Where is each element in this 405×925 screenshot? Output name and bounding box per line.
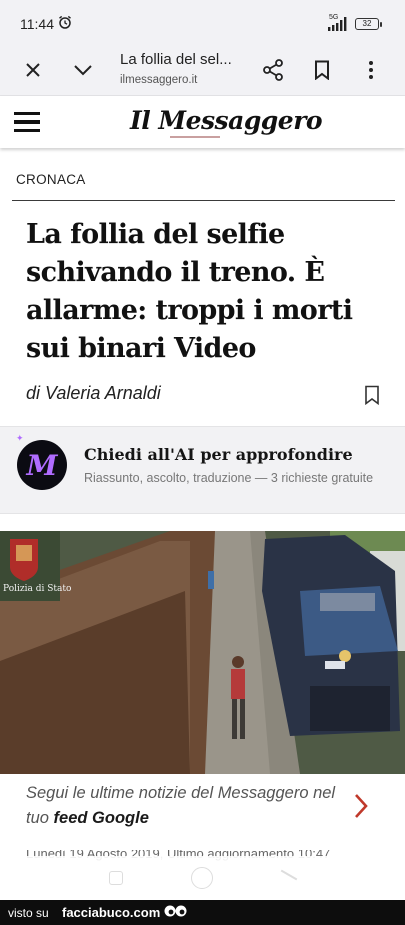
menu-icon[interactable]	[14, 112, 40, 134]
nav-back-icon[interactable]	[280, 869, 298, 881]
page-domain: ilmessaggero.it	[120, 74, 198, 86]
chevron-right-icon[interactable]	[352, 792, 370, 820]
bookmark-icon[interactable]	[308, 56, 336, 84]
system-nav-bar	[0, 856, 405, 900]
status-time: 11:44	[20, 16, 54, 32]
watermark-bar: visto su facciabuco.com	[0, 900, 405, 925]
more-options-icon[interactable]	[357, 56, 385, 84]
alarm-icon	[59, 15, 71, 29]
ai-card-subtitle: Riassunto, ascolto, traduzione — 3 richi…	[84, 471, 374, 485]
close-icon[interactable]	[19, 56, 47, 84]
save-article-icon[interactable]	[364, 385, 380, 405]
browser-toolbar: La follia del sel... ilmessaggero.it	[0, 44, 405, 96]
google-feed-promo[interactable]: Segui le ultime notizie del Messaggero n…	[26, 781, 346, 831]
battery-level: 32	[362, 19, 372, 28]
chevron-down-icon[interactable]	[69, 56, 97, 84]
train-scene-image	[0, 531, 405, 774]
section-label[interactable]: CRONACA	[16, 172, 86, 187]
sparkle-icon: ✦	[16, 433, 24, 443]
site-logo[interactable]: Il Messaggero	[130, 106, 323, 135]
section-divider	[12, 200, 395, 201]
ai-assistant-card[interactable]: ✦ M Chiedi all'AI per approfondire Riass…	[0, 426, 405, 514]
article-video-thumbnail[interactable]: Polizia di Stato	[0, 531, 405, 774]
feed-google-link[interactable]: feed Google	[54, 809, 149, 827]
nav-home-icon[interactable]	[191, 867, 213, 889]
logo-underline	[170, 136, 220, 138]
status-bar: 11:44 5G 32	[0, 0, 405, 44]
eyes-logo-icon	[164, 905, 187, 917]
signal-icon	[328, 17, 347, 31]
nav-recents-icon[interactable]	[109, 871, 123, 885]
police-watermark-label: Polizia di Stato	[3, 584, 72, 594]
site-header: Il Messaggero	[0, 96, 405, 148]
page-title: La follia del sel...	[120, 51, 232, 68]
ai-logo-icon: M	[17, 440, 67, 490]
article-headline: La follia del selfie schivando il treno.…	[26, 219, 353, 364]
watermark-prefix: visto su	[8, 906, 49, 920]
ai-card-title: Chiedi all'AI per approfondire	[84, 445, 353, 464]
article-byline: di Valeria Arnaldi	[26, 383, 161, 403]
battery-icon: 32	[355, 18, 382, 30]
share-icon[interactable]	[259, 56, 287, 84]
watermark-site: facciabuco.com	[62, 905, 161, 920]
